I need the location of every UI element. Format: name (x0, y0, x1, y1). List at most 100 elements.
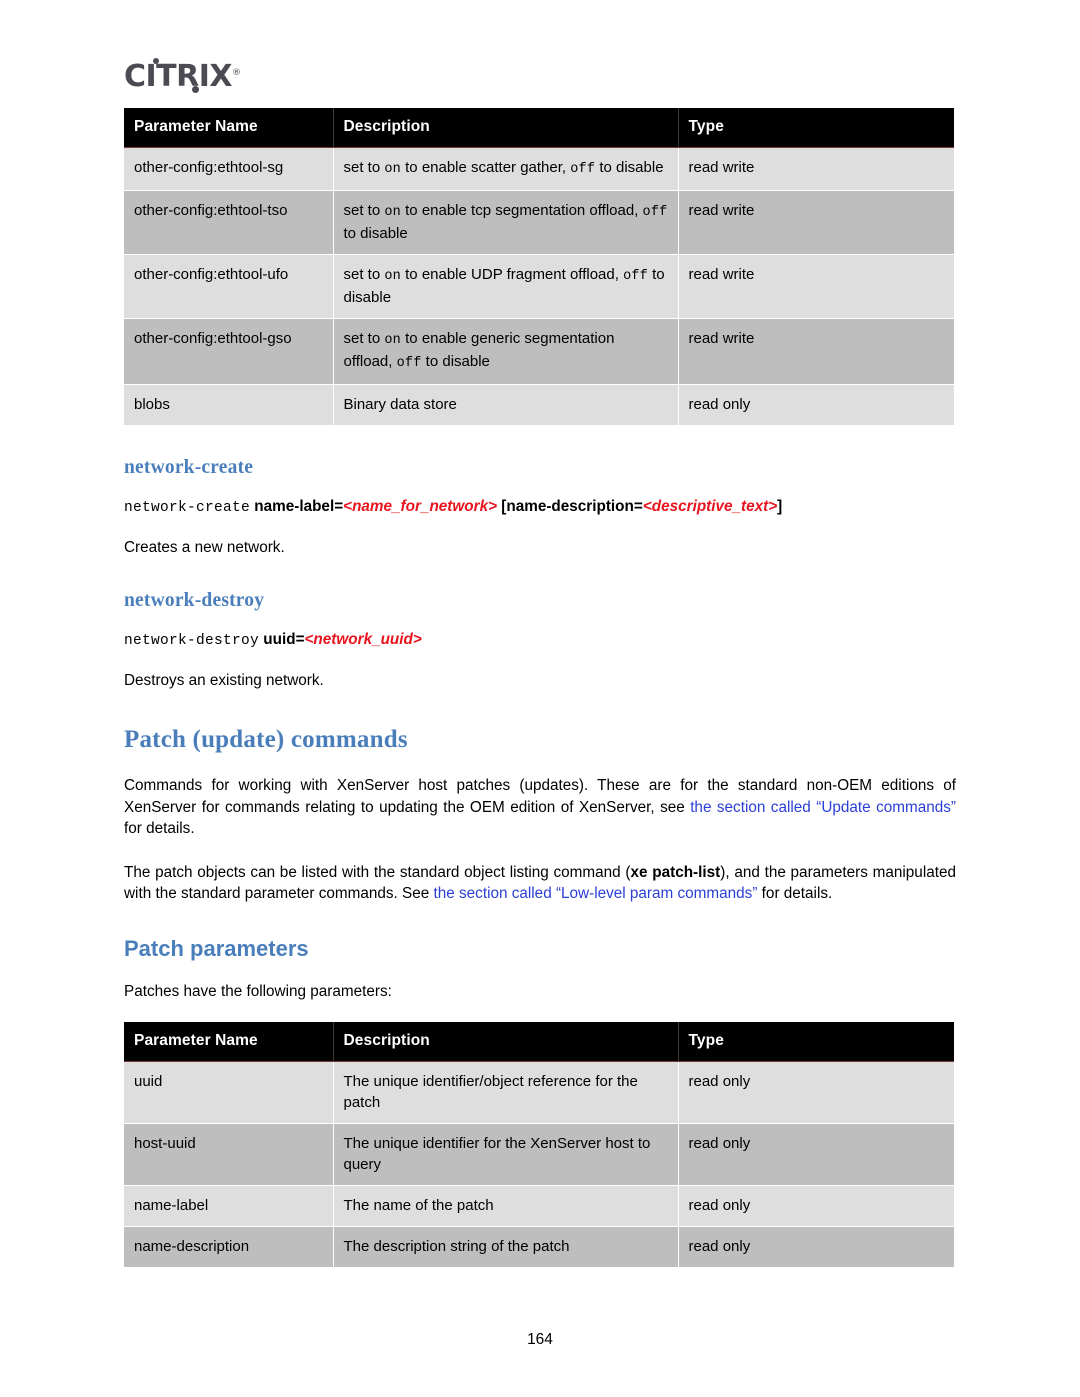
cell-parameter-name: uuid (124, 1061, 334, 1124)
paragraph-patch-commands-intro: Commands for working with XenServer host… (124, 775, 956, 840)
cross-reference-update-commands[interactable]: the section called “Update commands” (690, 799, 956, 816)
document-page: CITRIX® Parameter Name Description Type … (0, 0, 1080, 1397)
page-number: 164 (527, 1331, 553, 1348)
syntax-arg1-placeholder: <name_for_network> (343, 498, 498, 515)
table-row: other-config:ethtool-sg set to on to enab… (124, 147, 954, 191)
cell-type: read only (678, 1185, 954, 1227)
table-header-row: Parameter Name Description Type (124, 1022, 954, 1062)
inline-code: off (623, 269, 648, 284)
cell-description: The description string of the patch (333, 1226, 679, 1268)
paragraph-text-part: for details. (757, 885, 833, 902)
table-head: Parameter Name Description Type (124, 108, 954, 148)
cross-reference-low-level-param-commands[interactable]: the section called “Low-level param comm… (434, 885, 758, 902)
table-row: host-uuid The unique identifier for the X… (124, 1123, 954, 1186)
syntax-command: network-create (124, 500, 251, 516)
column-header-type: Type (678, 108, 954, 148)
cell-description: The name of the patch (333, 1185, 679, 1227)
registered-trademark-icon: ® (232, 68, 241, 78)
paragraph-patch-objects: The patch objects can be listed with the… (124, 862, 956, 905)
cell-description: The unique identifier/object reference f… (333, 1061, 679, 1124)
cell-type: read write (678, 254, 954, 319)
description-text: set to (343, 330, 385, 347)
description-network-destroy: Destroys an existing network. (124, 671, 324, 689)
description-text: to disable (595, 159, 664, 176)
cell-description: Binary data store (333, 384, 679, 426)
table-header-row: Parameter Name Description Type (124, 108, 954, 148)
description-text: to enable tcp segmentation offload, (400, 202, 643, 219)
cell-type: read only (678, 1226, 954, 1268)
inline-code: on (384, 333, 401, 348)
syntax-arg1-placeholder: <network_uuid> (304, 630, 422, 648)
description-text: set to (343, 159, 385, 176)
cell-type: read only (678, 384, 954, 426)
heading-patch-update-commands: Patch (update) commands (124, 726, 408, 753)
command-xe-patch-list: xe patch-list (630, 863, 721, 881)
cell-parameter-name: blobs (124, 384, 334, 426)
cell-description: set to on to enable generic segmentation… (333, 318, 679, 385)
page-content: CITRIX® Parameter Name Description Type … (124, 56, 956, 1268)
inline-code: off (570, 162, 596, 177)
cell-description: The unique identifier for the XenServer … (333, 1123, 679, 1186)
syntax-arg2-placeholder: <descriptive_text> (642, 498, 778, 515)
heading-network-create: network-create (124, 457, 254, 478)
cell-type: read write (678, 147, 954, 191)
logo-dot-r-icon (192, 86, 199, 93)
citrix-logo-text: CITRIX (124, 59, 233, 94)
description-network-create: Creates a new network. (124, 539, 285, 556)
cell-parameter-name: other-config:ethtool-tso (124, 190, 334, 255)
table-row: name-label The name of the patch read only (124, 1185, 954, 1227)
column-header-type: Type (678, 1022, 954, 1062)
syntax-arg1-key: name-label= (254, 498, 344, 515)
cell-parameter-name: host-uuid (124, 1123, 334, 1186)
cell-parameter-name: other-config:ethtool-ufo (124, 254, 334, 319)
table-row: other-config:ethtool-gso set to on to ena… (124, 318, 954, 385)
syntax-arg2-close: ] (777, 498, 783, 515)
table-body: other-config:ethtool-sg set to on to enab… (124, 147, 954, 426)
patch-parameters-table: Parameter Name Description Type uuid The … (124, 1022, 954, 1268)
table-row: blobs Binary data store read only (124, 384, 954, 426)
column-header-description: Description (333, 108, 679, 148)
heading-network-destroy: network-destroy (124, 589, 265, 611)
logo-dot-i-icon (153, 58, 159, 64)
paragraph-text-part: The patch objects can be listed with the… (124, 863, 631, 881)
cell-type: read only (678, 1123, 954, 1186)
description-text: set to (343, 266, 385, 283)
syntax-command: network-destroy (124, 632, 260, 649)
cell-type: read write (678, 318, 954, 385)
syntax-arg1-key: uuid= (263, 630, 305, 648)
syntax-network-destroy: network-destroy uuid=<network_uuid> (124, 629, 956, 652)
description-text: to disable (421, 353, 490, 370)
cell-description: set to on to enable tcp segmentation off… (333, 190, 679, 255)
inline-code: on (384, 205, 401, 220)
table-row: other-config:ethtool-ufo set to on to ena… (124, 254, 954, 319)
syntax-arg2-open: [name-description= (501, 498, 643, 515)
description-text: The description string of the patch (343, 1238, 570, 1255)
table-head: Parameter Name Description Type (124, 1022, 954, 1062)
cell-parameter-name: other-config:ethtool-gso (124, 318, 334, 385)
column-header-parameter-name: Parameter Name (124, 108, 334, 148)
inline-code: on (384, 162, 401, 177)
citrix-logo-wrap: CITRIX® (124, 56, 956, 108)
table-row: name-description The description string o… (124, 1226, 954, 1268)
description-text: The unique identifier/object reference f… (343, 1073, 638, 1111)
inline-code: on (384, 269, 401, 284)
description-text: The unique identifier for the XenServer … (343, 1135, 651, 1173)
description-text: Binary data store (343, 396, 457, 413)
description-text: to enable UDP fragment offload, (400, 266, 624, 283)
description-text: to disable (343, 225, 408, 242)
inline-code: off (396, 356, 422, 371)
column-header-description: Description (333, 1022, 679, 1062)
table-row: other-config:ethtool-tso set to on to ena… (124, 190, 954, 255)
cell-description: set to on to enable UDP fragment offload… (333, 254, 679, 319)
paragraph-patch-parameters-intro: Patches have the following parameters: (124, 982, 392, 1000)
citrix-logo: CITRIX® (124, 56, 241, 94)
table-row: uuid The unique identifier/object referen… (124, 1061, 954, 1124)
cell-parameter-name: other-config:ethtool-sg (124, 147, 334, 191)
description-text: set to (343, 202, 385, 219)
heading-patch-parameters: Patch parameters (124, 935, 309, 961)
table-body: uuid The unique identifier/object referen… (124, 1061, 954, 1268)
paragraph-text-part: for details. (124, 820, 195, 837)
syntax-network-create: network-create name-label=<name_for_netw… (124, 496, 956, 519)
cell-parameter-name: name-label (124, 1185, 334, 1227)
cell-type: read write (678, 190, 954, 255)
